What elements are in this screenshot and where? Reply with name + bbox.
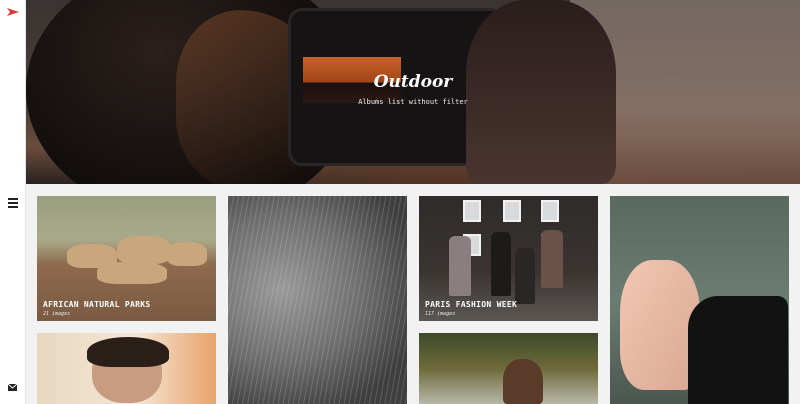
model-figure	[491, 232, 511, 296]
album-tile-portrait-rocks[interactable]	[610, 196, 789, 404]
lion-shape	[97, 262, 167, 284]
hair-texture	[228, 196, 407, 404]
album-tile-forest-girl[interactable]	[419, 333, 598, 404]
model-figure	[449, 236, 471, 296]
lion-shape	[167, 242, 207, 266]
girl-figure	[503, 359, 543, 404]
lion-shape	[117, 236, 171, 264]
album-count: 21 images	[43, 311, 71, 317]
hair-shape	[87, 337, 169, 367]
page-title: Outdoor	[373, 72, 453, 92]
envelope-icon[interactable]	[8, 384, 17, 391]
window	[463, 200, 481, 222]
album-tile-portrait-bw[interactable]	[228, 196, 407, 404]
model-figure	[515, 248, 535, 304]
window	[503, 200, 521, 222]
hand-image	[466, 0, 616, 184]
page-subtitle: Albums list without filter	[358, 98, 468, 106]
model-figure	[541, 230, 563, 288]
album-tile-african-natural-parks[interactable]: AFRICAN NATURAL PARKS 21 images	[37, 196, 216, 321]
sidebar	[0, 0, 26, 404]
paper-plane-icon[interactable]	[6, 6, 20, 18]
hamburger-menu-icon[interactable]	[7, 196, 18, 210]
window	[541, 200, 559, 222]
dress-shape	[688, 296, 788, 404]
album-title: AFRICAN NATURAL PARKS	[43, 300, 151, 309]
hero-banner: Outdoor Albums list without filter	[26, 0, 800, 184]
album-tile-paris-fashion-week[interactable]: PARIS FASHION WEEK 117 images	[419, 196, 598, 321]
album-tile-bedroom-portrait[interactable]	[37, 333, 216, 404]
album-count: 117 images	[425, 311, 456, 317]
album-title: PARIS FASHION WEEK	[425, 300, 518, 309]
